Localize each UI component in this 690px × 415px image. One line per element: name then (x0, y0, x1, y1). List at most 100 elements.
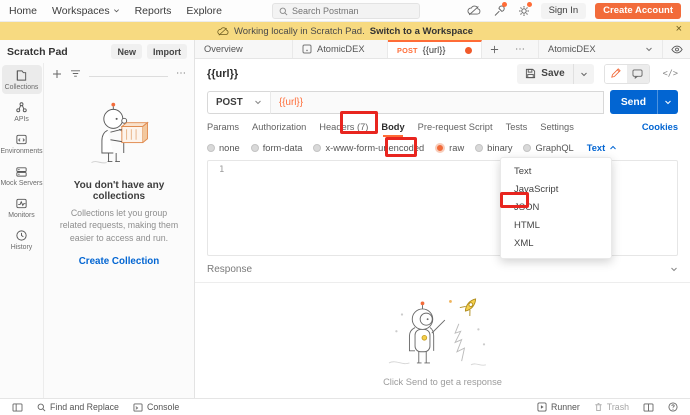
cookies-link[interactable]: Cookies (642, 122, 678, 132)
search-input[interactable] (272, 3, 420, 19)
nav-workspaces[interactable]: Workspaces (52, 5, 120, 17)
sidebar-item-monitors[interactable]: Monitors (2, 193, 42, 222)
import-button[interactable]: Import (147, 44, 187, 59)
language-option-text[interactable]: Text (501, 163, 611, 181)
runner-button[interactable]: Runner (533, 402, 584, 412)
more-options-icon[interactable]: ⋯ (176, 71, 186, 77)
environments-icon (15, 133, 28, 146)
monitors-icon (15, 197, 28, 210)
bodytype-urlencoded[interactable]: x-www-form-urlencoded (313, 143, 424, 153)
help-icon[interactable] (664, 402, 682, 412)
workspace-title: Scratch Pad (7, 46, 68, 58)
gear-icon[interactable] (516, 4, 532, 18)
comment-button[interactable] (627, 65, 649, 83)
two-pane-icon[interactable] (639, 403, 658, 412)
rocket-illustration (368, 294, 518, 376)
banner-text: Working locally in Scratch Pad. (234, 26, 365, 37)
tab-body[interactable]: Body (381, 122, 404, 132)
new-tab-button[interactable] (482, 40, 507, 58)
language-option-xml[interactable]: XML (501, 235, 611, 253)
language-selector[interactable]: Text (587, 143, 617, 153)
search-icon (37, 403, 46, 412)
create-collection-link[interactable]: Create Collection (52, 256, 186, 267)
code-snippet-icon[interactable]: </> (663, 69, 678, 79)
response-empty-state: Click Send to get a response (195, 282, 690, 398)
save-button[interactable]: Save (517, 64, 593, 84)
sidebar-toggle-icon[interactable] (8, 403, 27, 412)
trash-button[interactable]: Trash (590, 402, 633, 412)
language-option-html[interactable]: HTML (501, 217, 611, 235)
bodytype-graphql[interactable]: GraphQL (523, 143, 573, 153)
radio-icon (475, 144, 483, 152)
sidebar-item-apis[interactable]: APIs (2, 97, 42, 126)
edit-pencil-button[interactable] (605, 65, 627, 83)
nav-home[interactable]: Home (9, 5, 37, 17)
language-dropdown-menu: Text JavaScript JSON HTML XML (500, 157, 612, 259)
status-bar: Find and Replace Console Runner Trash (0, 398, 690, 415)
find-replace-button[interactable]: Find and Replace (33, 402, 123, 412)
create-account-button[interactable]: Create Account (595, 3, 681, 19)
tab-authorization[interactable]: Authorization (252, 122, 306, 132)
collections-panel: ⋯ (43, 63, 194, 398)
switch-workspace-link[interactable]: Switch to a Workspace (370, 26, 473, 37)
sidebar-item-history[interactable]: History (2, 225, 42, 254)
tab-settings[interactable]: Settings (540, 122, 574, 132)
radio-icon (523, 144, 531, 152)
tab-pre-request-script[interactable]: Pre-request Script (418, 122, 493, 132)
search-underline (89, 76, 168, 77)
bodytype-form-data[interactable]: form-data (251, 143, 303, 153)
tab-headers[interactable]: Headers (7) (319, 122, 368, 132)
sidebar-item-environments[interactable]: Environments (2, 129, 42, 158)
bodytype-binary[interactable]: binary (475, 143, 512, 153)
nav-explore[interactable]: Explore (186, 5, 222, 17)
send-button[interactable]: Send (610, 90, 678, 114)
method-selector[interactable]: POST (207, 91, 271, 114)
response-collapse-chevron[interactable] (670, 265, 678, 273)
method-badge: POST (397, 46, 418, 55)
radio-selected-icon (435, 143, 445, 153)
unsaved-changes-dot (465, 47, 472, 54)
empty-state-title: You don't have any collections (52, 180, 186, 202)
bodytype-raw[interactable]: raw (435, 143, 464, 153)
url-input[interactable] (271, 91, 604, 114)
tab-request-active[interactable]: POST {{url}} (388, 40, 482, 58)
chevron-down-icon (645, 45, 653, 53)
trash-icon (594, 402, 603, 412)
nav-reports[interactable]: Reports (135, 5, 172, 17)
postman-app: Home Workspaces Reports Explore Sign In … (0, 0, 690, 415)
offline-cloud-icon (217, 27, 229, 36)
console-button[interactable]: Console (129, 402, 183, 412)
environment-selector[interactable]: AtomicDEX (538, 40, 662, 58)
send-options-chevron[interactable] (657, 90, 678, 114)
chevron-down-icon (113, 7, 120, 14)
language-option-javascript[interactable]: JavaScript (501, 181, 611, 199)
environment-eye-icon[interactable] (662, 40, 690, 58)
save-icon (525, 68, 536, 79)
history-icon (15, 229, 28, 242)
mock-servers-icon (15, 165, 28, 178)
tab-overview[interactable]: Overview (195, 40, 293, 58)
request-tabbar: Overview AtomicDEX POST {{url}} ⋯ Atomic… (195, 40, 690, 59)
new-button[interactable]: New (111, 44, 142, 59)
offline-cloud-icon[interactable] (466, 4, 482, 18)
sign-in-button[interactable]: Sign In (541, 3, 587, 19)
tab-collection[interactable]: AtomicDEX (293, 40, 388, 58)
tab-tests[interactable]: Tests (506, 122, 528, 132)
bodytype-none[interactable]: none (207, 143, 240, 153)
language-option-json[interactable]: JSON (501, 199, 611, 217)
search-icon (279, 7, 288, 16)
add-collection-icon[interactable] (52, 69, 62, 79)
empty-collections-illustration (76, 98, 162, 172)
save-options-chevron[interactable] (573, 64, 594, 84)
filter-icon[interactable] (70, 69, 81, 78)
collection-box-icon (302, 44, 312, 54)
tab-params[interactable]: Params (207, 122, 239, 132)
sidebar-item-collections[interactable]: Collections (2, 65, 42, 94)
sidebar-item-mock-servers[interactable]: Mock Servers (2, 161, 42, 190)
collections-empty-state: You don't have any collections Collectio… (44, 84, 194, 398)
sidebar-rail: Collections APIs Environments Mock Serve… (0, 63, 43, 398)
wrench-icon[interactable] (491, 4, 507, 18)
scratchpad-banner: Working locally in Scratch Pad. Switch t… (0, 22, 690, 40)
tab-options-button[interactable]: ⋯ (507, 40, 533, 58)
close-icon[interactable]: × (676, 23, 682, 35)
